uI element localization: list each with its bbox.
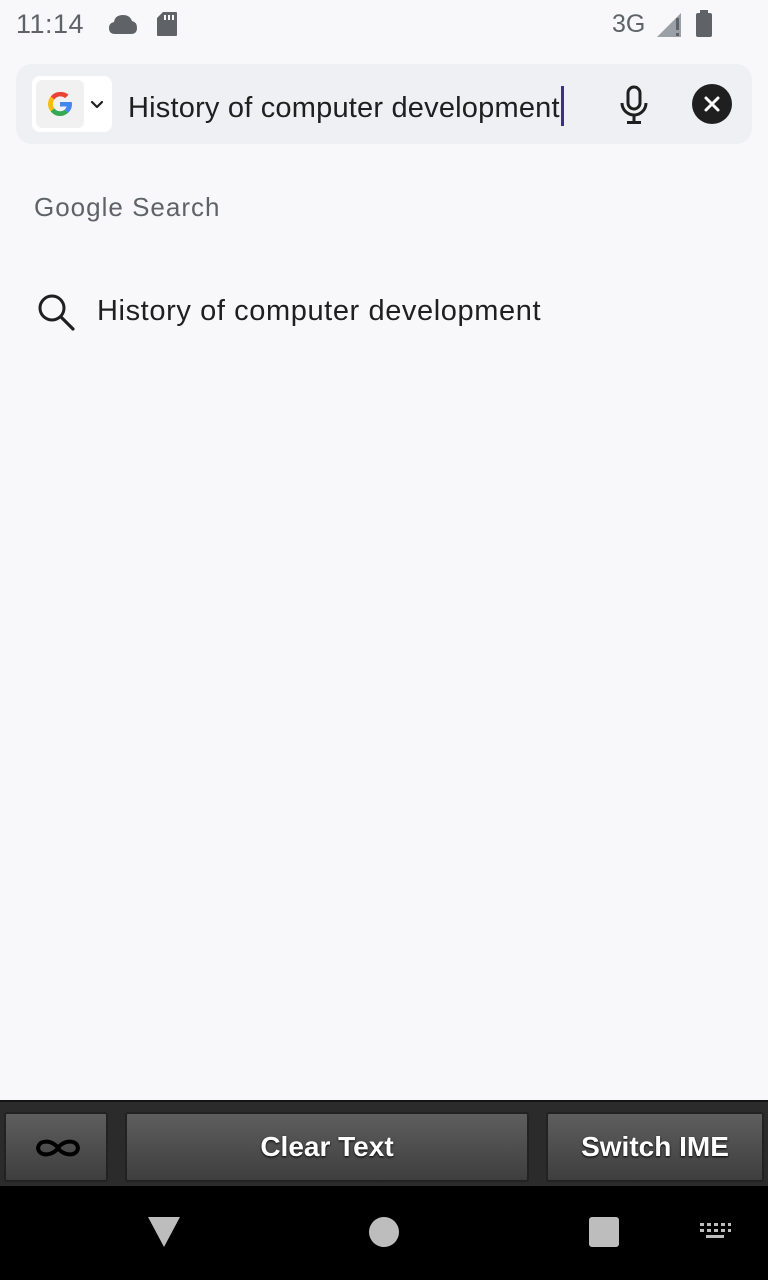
battery-icon (694, 10, 714, 43)
ime-toolbar: Clear Text Switch IME (0, 1100, 768, 1186)
status-bar: 11:14 3G (0, 0, 768, 48)
suggestion-item[interactable]: History of computer development (0, 272, 768, 352)
network-type: 3G (612, 10, 646, 38)
sd-card-icon (156, 11, 178, 42)
search-engine-selector[interactable] (32, 76, 112, 132)
back-icon[interactable] (147, 1216, 181, 1253)
status-time: 11:14 (16, 9, 85, 39)
keyboard-icon[interactable] (698, 1221, 732, 1246)
text-caret (560, 86, 564, 126)
close-icon (704, 96, 720, 112)
google-logo-icon (36, 80, 84, 128)
section-label: Google Search (34, 192, 221, 222)
clear-text-button[interactable]: Clear Text (125, 1112, 529, 1182)
switch-ime-button[interactable]: Switch IME (546, 1112, 764, 1182)
navigation-bar (0, 1186, 768, 1280)
recents-icon[interactable] (589, 1217, 619, 1247)
search-input[interactable]: History of computer development (128, 86, 564, 126)
clear-search-button[interactable] (692, 84, 732, 124)
voice-search-button[interactable] (612, 82, 656, 126)
home-icon[interactable] (369, 1217, 399, 1247)
microphone-icon (620, 85, 648, 124)
chevron-down-icon (88, 92, 106, 121)
cloud-icon (108, 12, 138, 41)
infinity-icon (35, 1139, 81, 1157)
search-bar: History of computer development (16, 64, 752, 144)
search-icon (36, 292, 76, 337)
search-query-text: History of computer development (128, 92, 560, 124)
signal-icon (656, 12, 684, 43)
infinity-button[interactable] (4, 1112, 108, 1182)
suggestion-text: History of computer development (97, 295, 542, 327)
